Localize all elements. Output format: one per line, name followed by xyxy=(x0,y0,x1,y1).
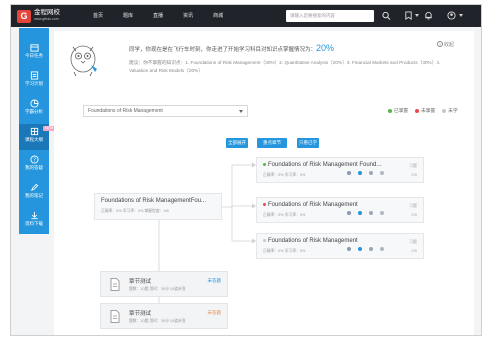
brand-name: 金程网校 xyxy=(34,9,60,16)
nav-news[interactable]: 资讯 xyxy=(183,5,193,27)
edit-icon[interactable] xyxy=(369,247,373,251)
avatar[interactable] xyxy=(447,11,456,20)
pen-icon xyxy=(30,183,38,192)
search-input[interactable]: 请输入您要搜索的内容 xyxy=(286,10,374,22)
video-icon[interactable] xyxy=(347,247,351,251)
chapter-quiz[interactable]: 章节测试 题数：10题 用时：30分 10道未答 未答题 xyxy=(100,303,228,329)
main-panel: 同学，你现在是在飞行车时刻，你走进了开始学习科目对知识点掌握情况为：20% 建议… xyxy=(54,31,474,335)
node-exercise-label: 习题 xyxy=(409,203,417,208)
chart-icon xyxy=(29,99,39,108)
sidebar-item-label: 我的笔记 xyxy=(25,193,43,198)
sidebar-item-label: 课程大纲 xyxy=(25,137,43,142)
info-icon[interactable] xyxy=(380,247,384,251)
node-meta: 正确率：0% 学习率：0% xyxy=(263,249,306,253)
sidebar-item-qa[interactable]: ? 我的答疑 xyxy=(19,152,49,178)
chapter-node[interactable]: Foundations of Risk Management Found... … xyxy=(256,157,424,183)
nav-store[interactable]: 商城 xyxy=(213,5,223,27)
info-icon[interactable] xyxy=(380,211,384,215)
node-meta: 正确率：0% 学习率：0% xyxy=(263,173,306,177)
nav-questions[interactable]: 题库 xyxy=(123,5,133,27)
quiz-meta: 题数：10题 用时：30分 10道未答 xyxy=(129,319,186,323)
quiz-status[interactable]: 未答题 xyxy=(208,310,222,316)
sidebar-item-label: 资料下载 xyxy=(25,221,43,226)
sidebar-item-label: 今日任务 xyxy=(25,53,43,58)
quiz-title: 章节测试 xyxy=(129,279,152,285)
sidebar-item-label: 学习计划 xyxy=(25,81,43,86)
sidebar-item-notes[interactable]: 我的笔记 xyxy=(19,180,49,206)
search-icon[interactable] xyxy=(382,11,391,21)
nav-home[interactable]: 首页 xyxy=(93,5,103,27)
status-dot xyxy=(263,202,266,206)
node-exercise-count: 0/5 xyxy=(411,172,417,177)
quiz-status[interactable]: 未答题 xyxy=(208,278,222,284)
brand-logo[interactable]: G 金程网校 www.gfedu.com xyxy=(17,9,60,23)
info-icon[interactable] xyxy=(380,171,384,175)
main-nav: 首页 题库 直播 资讯 商城 xyxy=(93,5,243,27)
root-node[interactable]: Foundations of Risk ManagementFou... 正确率… xyxy=(94,193,222,220)
video-icon[interactable] xyxy=(347,211,351,215)
chapter-quiz[interactable]: 章节测试 题数：10题 用时：30分 10道未答 未答题 xyxy=(100,271,228,297)
play-icon[interactable] xyxy=(358,247,362,251)
play-icon[interactable] xyxy=(358,211,362,215)
sidebar-item-plan[interactable]: 学习计划 xyxy=(19,68,49,94)
node-title: Foundations of Risk ManagementFou... xyxy=(101,198,207,204)
video-icon[interactable] xyxy=(347,171,351,175)
play-icon[interactable] xyxy=(358,171,362,175)
sidebar-item-download[interactable]: 资料下载 xyxy=(19,208,49,234)
sidebar-item-outline[interactable]: 课程大纲 NEW xyxy=(19,124,56,150)
node-actions xyxy=(347,247,391,251)
outline-icon xyxy=(30,127,38,136)
node-exercise-count: 0/5 xyxy=(411,212,417,217)
bell-icon[interactable] xyxy=(424,11,433,20)
sidebar-item-analysis[interactable]: 学霸分析 xyxy=(19,96,49,122)
node-title: Foundations of Risk Management xyxy=(268,202,358,208)
search-placeholder: 请输入您要搜索的内容 xyxy=(290,13,335,18)
calendar-icon xyxy=(29,44,39,52)
chapter-node[interactable]: Foundations of Risk Management 正确率：0% 学习… xyxy=(256,197,424,223)
bookmark-icon[interactable] xyxy=(404,11,413,20)
download-icon xyxy=(30,211,38,220)
status-dot xyxy=(263,162,266,166)
document-icon xyxy=(110,310,120,323)
app-window: G 金程网校 www.gfedu.com 首页 题库 直播 资讯 商城 请输入您… xyxy=(10,4,482,336)
brand-url: www.gfedu.com xyxy=(34,17,59,21)
chapter-node[interactable]: Foundations of Risk Management 正确率：0% 学习… xyxy=(256,233,424,259)
status-dot xyxy=(263,238,266,242)
sidebar: 今日任务 学习计划 学霸分析 课程大纲 NEW ? 我的答疑 我的笔记 xyxy=(19,28,56,214)
top-navbar: G 金程网校 www.gfedu.com 首页 题库 直播 资讯 商城 请输入您… xyxy=(11,5,481,27)
document-icon xyxy=(110,278,120,291)
node-meta: 正确率：0% 学习率：0% xyxy=(263,213,306,217)
nav-live[interactable]: 直播 xyxy=(153,5,163,27)
node-title: Foundations of Risk Management xyxy=(268,238,358,244)
sidebar-item-today[interactable]: 今日任务 xyxy=(19,40,49,66)
quiz-title: 章节测试 xyxy=(129,311,152,317)
edit-icon[interactable] xyxy=(369,211,373,215)
plan-icon xyxy=(30,71,38,80)
chevron-down-icon[interactable] xyxy=(415,14,419,17)
sidebar-item-label: 学霸分析 xyxy=(25,109,43,114)
sidebar-item-label: 我的答疑 xyxy=(25,165,43,170)
node-actions xyxy=(347,171,391,175)
svg-text:?: ? xyxy=(33,157,36,163)
node-title: Foundations of Risk Management Found... xyxy=(268,162,382,168)
quiz-meta: 题数：10题 用时：30分 10道未答 xyxy=(129,287,186,291)
node-meta: 正确率：0% 学习率：0% 掌握程度：4/8 xyxy=(101,209,169,213)
edit-icon[interactable] xyxy=(369,171,373,175)
node-exercise-count: 0/5 xyxy=(411,248,417,253)
node-exercise-label: 习题 xyxy=(409,163,417,168)
logo-mark: G xyxy=(17,9,31,23)
node-actions xyxy=(347,211,391,215)
question-icon: ? xyxy=(29,155,39,164)
node-exercise-label: 习题 xyxy=(409,239,417,244)
chevron-down-icon[interactable] xyxy=(459,14,463,17)
